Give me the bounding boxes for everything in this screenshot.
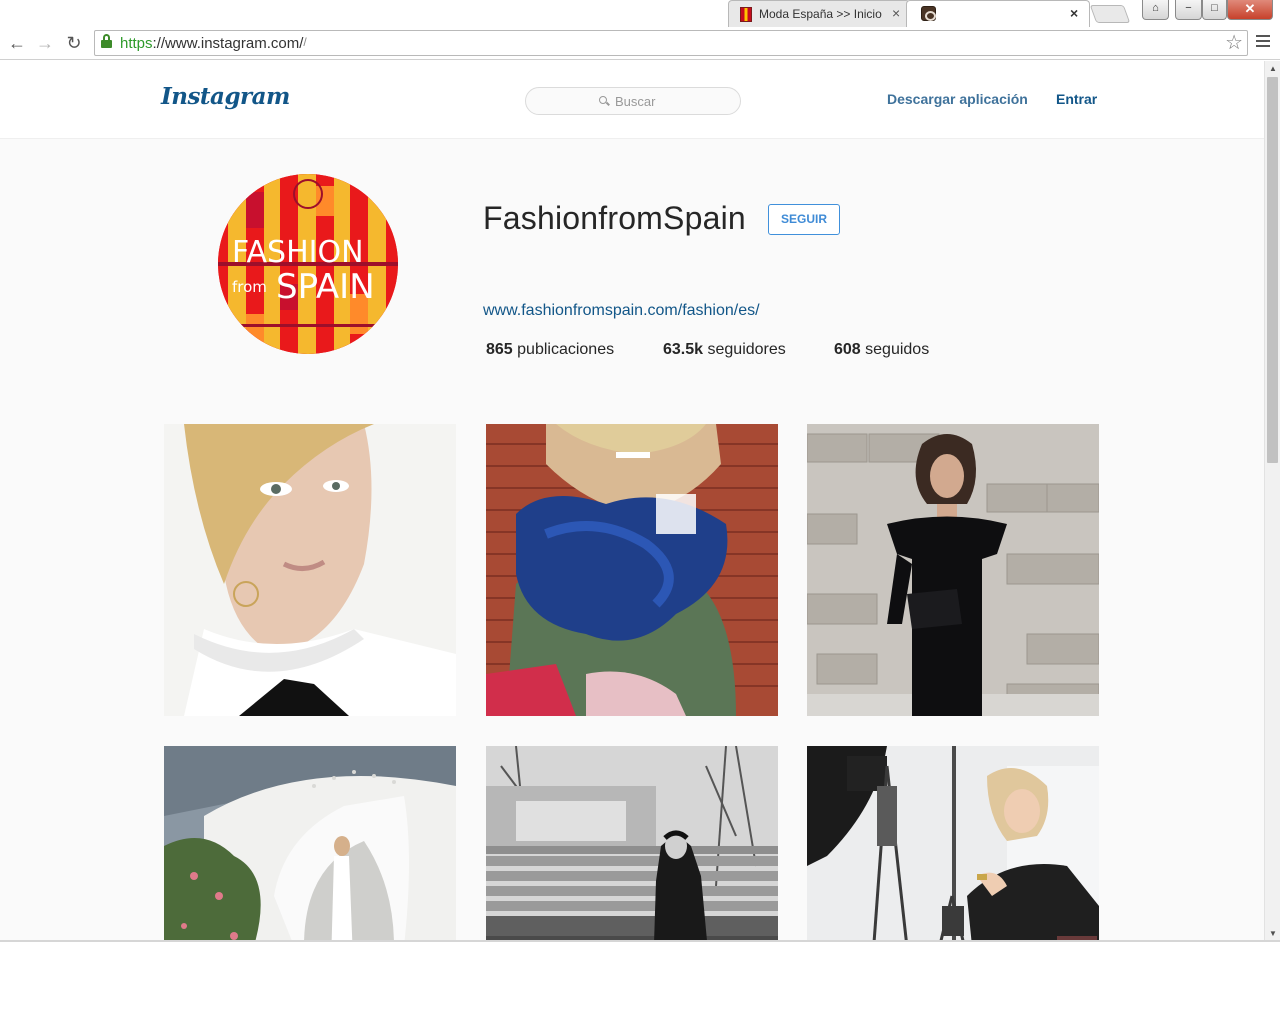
tab-moda-espana[interactable]: Moda España >> Inicio × [728, 0, 910, 27]
post-thumbnail[interactable] [807, 424, 1099, 716]
search-input[interactable]: Buscar [525, 87, 741, 115]
chrome-menu-icon[interactable] [1256, 35, 1270, 49]
profile-avatar[interactable]: FASHION from SPAIN [218, 174, 398, 354]
profile-username: FashionfromSpain [483, 200, 746, 236]
post-thumbnail[interactable] [807, 746, 1099, 940]
user-icon[interactable]: ⌂ [1142, 0, 1169, 20]
posts-label: publicaciones [512, 341, 615, 358]
screen-bottom-area [0, 940, 1280, 1024]
tab-instagram[interactable]: × [906, 0, 1090, 27]
address-bar[interactable]: https://www.instagram.com// ☆ [94, 30, 1248, 56]
instagram-logo[interactable]: Instagram [161, 83, 290, 110]
search-placeholder: Buscar [615, 94, 656, 109]
following-stat[interactable]: 608 seguidos [834, 341, 929, 359]
tab-close-icon[interactable]: × [892, 5, 900, 21]
svg-text:from: from [232, 278, 267, 296]
forward-button[interactable]: → [34, 32, 56, 54]
reload-button[interactable]: ↻ [63, 32, 85, 54]
bookmark-star-icon[interactable]: ☆ [1225, 31, 1243, 55]
back-button[interactable]: ← [6, 32, 28, 54]
lock-icon [101, 34, 112, 48]
maximize-button[interactable]: □ [1202, 0, 1227, 20]
following-count: 608 [834, 341, 861, 358]
post-thumbnail[interactable] [486, 746, 778, 940]
new-tab-button[interactable] [1089, 5, 1131, 23]
posts-count: 865 [486, 341, 513, 358]
url-tail: / [303, 35, 307, 49]
posts-stat: 865 publicaciones [486, 341, 614, 359]
browser-titlebar: Moda España >> Inicio × × ⌂ − □ ✕ [0, 0, 1280, 27]
search-icon [599, 96, 610, 106]
post-thumbnail[interactable] [486, 424, 778, 716]
tab-close-icon[interactable]: × [1070, 5, 1078, 21]
followers-label: seguidores [703, 341, 786, 358]
scroll-down-arrow-icon[interactable]: ▼ [1269, 929, 1277, 938]
following-label: seguidos [860, 341, 930, 358]
minimize-button[interactable]: − [1175, 0, 1202, 20]
spain-flag-icon [740, 7, 752, 22]
follow-button[interactable]: SEGUIR [768, 204, 840, 235]
url-scheme: https [120, 35, 153, 52]
login-link[interactable]: Entrar [1056, 91, 1097, 107]
scroll-up-arrow-icon[interactable]: ▲ [1269, 64, 1277, 73]
followers-stat[interactable]: 63.5k seguidores [663, 341, 786, 359]
download-app-link[interactable]: Descargar aplicación [887, 91, 1028, 107]
followers-count: 63.5k [663, 341, 704, 358]
address-url: https://www.instagram.com// [120, 35, 307, 52]
browser-toolbar: ← → ↻ https://www.instagram.com// ☆ [0, 27, 1280, 60]
post-thumbnail[interactable] [164, 424, 456, 716]
scrollbar-thumb[interactable] [1267, 77, 1278, 463]
profile-website-link[interactable]: www.fashionfromspain.com/fashion/es/ [483, 302, 760, 320]
tab-title: Moda España >> Inicio [759, 7, 882, 21]
instagram-header: Instagram Buscar Descargar aplicación En… [0, 61, 1264, 139]
window-close-button[interactable]: ✕ [1227, 0, 1273, 20]
page-scrollbar[interactable]: ▲ ▼ [1264, 61, 1280, 940]
post-thumbnail[interactable] [164, 746, 456, 940]
url-rest: ://www.instagram.com/ [152, 35, 304, 52]
page-viewport: Instagram Buscar Descargar aplicación En… [0, 61, 1264, 940]
instagram-icon [921, 6, 936, 21]
svg-text:FASHION: FASHION [232, 235, 364, 270]
svg-text:SPAIN: SPAIN [276, 267, 375, 307]
